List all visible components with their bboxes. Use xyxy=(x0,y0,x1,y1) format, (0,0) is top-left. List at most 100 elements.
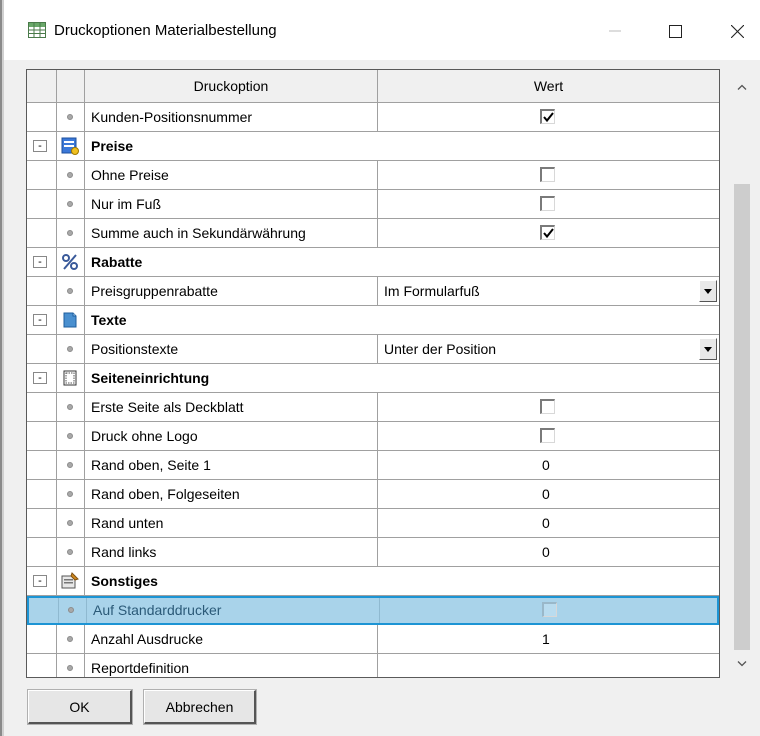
scroll-up-button[interactable] xyxy=(732,70,752,104)
window-title: Druckoptionen Materialbestellung xyxy=(54,22,277,39)
option-checkbox[interactable] xyxy=(540,428,555,443)
option-checkbox[interactable] xyxy=(542,602,557,617)
grid-header: Druckoption Wert xyxy=(27,70,719,103)
option-checkbox[interactable] xyxy=(540,167,555,182)
bullet-icon xyxy=(67,491,73,497)
category-row-preise[interactable]: - Preise xyxy=(27,132,719,161)
row-marker xyxy=(57,393,85,421)
option-checkbox[interactable] xyxy=(540,196,555,211)
cancel-button[interactable]: Abbrechen xyxy=(143,689,257,725)
option-number-field[interactable]: 1 xyxy=(378,625,719,653)
maximize-button[interactable] xyxy=(654,14,696,48)
row-spacer xyxy=(27,509,57,537)
option-label-cell: Reportdefinition xyxy=(85,654,378,677)
option-row-rand-oben-folgeseiten[interactable]: Rand oben, Folgeseiten 0 xyxy=(27,480,719,509)
option-label-cell: Positionstexte xyxy=(85,335,378,363)
row-spacer xyxy=(27,480,57,508)
scrollbar-thumb[interactable] xyxy=(734,184,750,650)
bullet-icon xyxy=(67,288,73,294)
option-label: Reportdefinition xyxy=(91,660,190,676)
option-row-erste-seite-deckblatt[interactable]: Erste Seite als Deckblatt xyxy=(27,393,719,422)
option-text-field[interactable] xyxy=(378,654,719,677)
option-label-cell: Druck ohne Logo xyxy=(85,422,378,450)
bullet-icon xyxy=(68,607,74,613)
option-value-cell xyxy=(380,598,719,623)
option-number-field[interactable]: 0 xyxy=(378,509,719,537)
option-number-field[interactable]: 0 xyxy=(378,538,719,566)
option-row-anzahl-ausdrucke[interactable]: Anzahl Ausdrucke 1 xyxy=(27,625,719,654)
row-marker xyxy=(57,277,85,305)
option-checkbox[interactable] xyxy=(540,109,555,124)
column-header-option[interactable]: Druckoption xyxy=(85,70,378,102)
option-value-cell xyxy=(378,161,719,189)
option-label-cell: Rand oben, Folgeseiten xyxy=(85,480,378,508)
row-spacer xyxy=(27,422,57,450)
row-spacer xyxy=(27,393,57,421)
row-spacer xyxy=(27,335,57,363)
minimize-icon xyxy=(609,30,621,32)
category-icon-cell xyxy=(57,567,85,595)
option-row-druck-ohne-logo[interactable]: Druck ohne Logo xyxy=(27,422,719,451)
option-checkbox[interactable] xyxy=(540,225,555,240)
category-row-rabatte[interactable]: - Rabatte xyxy=(27,248,719,277)
option-row-auf-standarddrucker[interactable]: Auf Standarddrucker xyxy=(27,596,719,625)
option-label-cell: Auf Standarddrucker xyxy=(87,598,380,623)
option-row-reportdefinition[interactable]: Reportdefinition xyxy=(27,654,719,677)
option-row-ohne-preise[interactable]: Ohne Preise xyxy=(27,161,719,190)
option-row-rand-oben-seite1[interactable]: Rand oben, Seite 1 0 xyxy=(27,451,719,480)
collapse-toggle[interactable]: - xyxy=(33,372,47,384)
option-row-positionstexte[interactable]: Positionstexte Unter der Position xyxy=(27,335,719,364)
ok-button[interactable]: OK xyxy=(27,689,133,725)
dropdown-button[interactable] xyxy=(699,338,717,360)
option-value: 0 xyxy=(542,457,550,473)
bullet-icon xyxy=(67,230,73,236)
header-spacer xyxy=(57,70,85,102)
option-number-field[interactable]: 0 xyxy=(378,451,719,479)
chevron-down-icon xyxy=(737,661,747,667)
maximize-icon xyxy=(668,24,682,38)
bullet-icon xyxy=(67,346,73,352)
vertical-scrollbar[interactable] xyxy=(732,70,752,675)
option-row-summe-sekundaerwaehrung[interactable]: Summe auch in Sekundärwährung xyxy=(27,219,719,248)
collapse-toggle[interactable]: - xyxy=(33,575,47,587)
collapse-cell: - xyxy=(27,132,57,160)
minimize-button[interactable] xyxy=(594,14,636,48)
option-label-cell: Erste Seite als Deckblatt xyxy=(85,393,378,421)
category-row-texte[interactable]: - Texte xyxy=(27,306,719,335)
option-label: Rand oben, Folgeseiten xyxy=(91,486,240,502)
bullet-icon xyxy=(67,520,73,526)
category-row-seiteneinrichtung[interactable]: - Seiteneinrichtung xyxy=(27,364,719,393)
category-label-cell: Preise xyxy=(85,132,719,160)
option-label: Druck ohne Logo xyxy=(91,428,198,444)
scroll-down-button[interactable] xyxy=(732,653,752,675)
option-row-rand-links[interactable]: Rand links 0 xyxy=(27,538,719,567)
option-row-rand-unten[interactable]: Rand unten 0 xyxy=(27,509,719,538)
close-button[interactable] xyxy=(716,14,758,48)
option-dropdown[interactable]: Unter der Position xyxy=(378,335,719,363)
bullet-icon xyxy=(67,433,73,439)
option-row-kunden-positionsnummer[interactable]: Kunden-Positionsnummer xyxy=(27,103,719,132)
collapse-toggle[interactable]: - xyxy=(33,256,47,268)
collapse-toggle[interactable]: - xyxy=(33,314,47,326)
bullet-icon xyxy=(67,172,73,178)
checkmark-icon xyxy=(543,112,554,123)
option-label: Kunden-Positionsnummer xyxy=(91,109,253,125)
option-label: Preisgruppenrabatte xyxy=(91,283,218,299)
option-row-nur-im-fuss[interactable]: Nur im Fuß xyxy=(27,190,719,219)
collapse-toggle[interactable]: - xyxy=(33,140,47,152)
option-label: Summe auch in Sekundärwährung xyxy=(91,225,306,241)
column-header-value[interactable]: Wert xyxy=(378,70,719,102)
option-dropdown[interactable]: Im Formularfuß xyxy=(378,277,719,305)
category-row-sonstiges[interactable]: - Sonstiges xyxy=(27,567,719,596)
collapse-cell: - xyxy=(27,306,57,334)
option-number-field[interactable]: 0 xyxy=(378,480,719,508)
option-checkbox[interactable] xyxy=(540,399,555,414)
option-label-cell: Rand unten xyxy=(85,509,378,537)
window-left-edge-inner xyxy=(2,0,4,736)
row-spacer xyxy=(27,451,57,479)
dropdown-button[interactable] xyxy=(699,280,717,302)
settings-form-icon xyxy=(61,572,79,589)
option-row-preisgruppenrabatte[interactable]: Preisgruppenrabatte Im Formularfuß xyxy=(27,277,719,306)
option-label: Rand unten xyxy=(91,515,164,531)
collapse-cell: - xyxy=(27,567,57,595)
